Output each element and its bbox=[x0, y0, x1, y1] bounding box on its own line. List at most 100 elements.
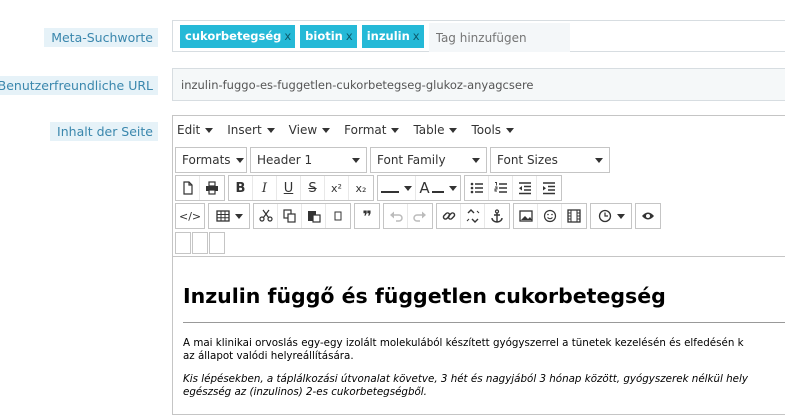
toolbar-group-preview bbox=[635, 203, 662, 229]
tag-remove-button[interactable]: x bbox=[346, 29, 353, 43]
paragraph-line: Kis lépésekben, a táplálkozási útvonalat… bbox=[183, 373, 748, 385]
editor-content-area[interactable]: Inzulin függő és független cukorbetegség… bbox=[173, 256, 785, 414]
color-swatch-icon bbox=[381, 183, 399, 193]
font-sizes-select[interactable]: Font Sizes bbox=[490, 147, 610, 173]
paragraph-line: egészség az (inzulinos) 2-es cukorbetegs… bbox=[183, 386, 427, 398]
editor-menubar: Edit Insert View Format Table Tools bbox=[173, 116, 785, 144]
menu-label: Format bbox=[344, 123, 387, 137]
anchor-button[interactable] bbox=[485, 204, 509, 228]
formats-select[interactable]: Formats bbox=[175, 147, 247, 173]
menu-table[interactable]: Table bbox=[413, 123, 458, 137]
copy-button[interactable] bbox=[278, 204, 303, 228]
text-color-button[interactable]: A bbox=[416, 176, 460, 200]
empty-toolbar-button[interactable] bbox=[192, 232, 208, 254]
tag-remove-button[interactable]: x bbox=[413, 29, 420, 43]
toolbar-group-color: A bbox=[377, 175, 461, 201]
block-format-label: Header 1 bbox=[257, 153, 313, 167]
caret-down-icon bbox=[506, 127, 515, 133]
toolbar-group-code: </> bbox=[175, 203, 206, 229]
paste-text-button[interactable] bbox=[326, 204, 350, 228]
toolbar-row-formats: Formats Header 1 Font Family Font Sizes bbox=[175, 146, 613, 174]
font-family-label: Font Family bbox=[377, 153, 446, 167]
toolbar-group-media bbox=[513, 203, 588, 229]
menu-view[interactable]: View bbox=[288, 123, 331, 137]
empty-toolbar-button[interactable] bbox=[175, 232, 191, 254]
tag-remove-button[interactable]: x bbox=[284, 29, 291, 43]
table-button[interactable] bbox=[209, 204, 249, 228]
blockquote-button[interactable]: ❞ bbox=[355, 204, 379, 228]
friendly-url-label: Benutzerfreundliche URL bbox=[0, 76, 158, 95]
tag-add-input[interactable] bbox=[428, 23, 570, 52]
print-icon bbox=[206, 181, 218, 195]
outdent-button[interactable] bbox=[513, 176, 537, 200]
subscript-button[interactable]: x₂ bbox=[349, 176, 373, 200]
empty-toolbar-button[interactable] bbox=[209, 232, 225, 254]
page-content-label: Inhalt der Seite bbox=[50, 122, 158, 141]
color-swatch-icon bbox=[431, 183, 444, 193]
caret-down-icon bbox=[616, 213, 625, 219]
friendly-url-input[interactable]: inzulin-fuggo-es-fuggetlen-cukorbetegseg… bbox=[172, 68, 785, 101]
formats-select-label: Formats bbox=[182, 153, 231, 167]
block-format-select[interactable]: Header 1 bbox=[250, 147, 367, 173]
numbered-list-button[interactable] bbox=[489, 176, 513, 200]
emoticons-button[interactable] bbox=[538, 204, 563, 228]
insert-link-button[interactable] bbox=[437, 204, 462, 228]
menu-tools[interactable]: Tools bbox=[471, 123, 515, 137]
new-document-button[interactable] bbox=[176, 176, 200, 200]
toolbar-group-datetime bbox=[590, 203, 633, 229]
caret-down-icon bbox=[449, 127, 458, 133]
paragraph-line: A mai klinikai orvoslás egy-egy izolált … bbox=[183, 337, 744, 349]
film-icon bbox=[567, 209, 581, 223]
source-code-button[interactable]: </> bbox=[176, 204, 204, 228]
print-button[interactable] bbox=[200, 176, 224, 200]
clock-icon bbox=[598, 209, 611, 223]
font-family-select[interactable]: Font Family bbox=[370, 147, 487, 173]
toolbar-group-quote: ❞ bbox=[354, 203, 381, 229]
insert-media-button[interactable] bbox=[562, 204, 586, 228]
bold-button[interactable]: B bbox=[229, 176, 253, 200]
caret-down-icon bbox=[472, 157, 480, 163]
new-document-icon bbox=[182, 181, 193, 195]
underline-button[interactable]: U bbox=[277, 176, 301, 200]
insert-image-button[interactable] bbox=[514, 204, 539, 228]
table-icon bbox=[215, 210, 230, 222]
bullet-list-button[interactable] bbox=[465, 176, 489, 200]
toolbar-group-document bbox=[175, 175, 225, 201]
menu-edit[interactable]: Edit bbox=[177, 123, 214, 137]
caret-down-icon bbox=[404, 185, 412, 191]
paste-button[interactable] bbox=[302, 204, 327, 228]
menu-label: Tools bbox=[471, 123, 502, 137]
toolbar-group-style: B I U S x² x₂ bbox=[228, 175, 374, 201]
italic-button[interactable]: I bbox=[253, 176, 277, 200]
redo-button[interactable] bbox=[408, 204, 432, 228]
caret-down-icon bbox=[595, 157, 603, 163]
meta-keywords-field[interactable]: cukorbetegség x biotin x inzulin x bbox=[172, 20, 785, 52]
menu-format[interactable]: Format bbox=[344, 123, 400, 137]
smiley-icon bbox=[543, 209, 556, 223]
outdent-icon bbox=[518, 182, 531, 195]
cut-button[interactable] bbox=[254, 204, 279, 228]
preview-button[interactable] bbox=[636, 204, 660, 228]
copy-icon bbox=[283, 209, 296, 223]
anchor-icon bbox=[491, 209, 503, 223]
meta-keywords-label: Meta-Suchworte bbox=[44, 28, 158, 47]
menu-insert[interactable]: Insert bbox=[227, 123, 275, 137]
superscript-button[interactable]: x² bbox=[325, 176, 349, 200]
link-icon bbox=[442, 212, 455, 220]
undo-icon bbox=[389, 211, 403, 222]
redo-icon bbox=[413, 211, 427, 222]
menu-label: View bbox=[288, 123, 318, 137]
insert-datetime-button[interactable] bbox=[591, 204, 631, 228]
strikethrough-button[interactable]: S bbox=[301, 176, 325, 200]
numbered-list-icon bbox=[494, 182, 507, 193]
caret-down-icon bbox=[352, 157, 360, 163]
unlink-icon bbox=[466, 209, 479, 223]
tag-chip: biotin x bbox=[300, 25, 357, 48]
highlight-color-button[interactable] bbox=[378, 176, 416, 200]
undo-button[interactable] bbox=[384, 204, 409, 228]
font-sizes-label: Font Sizes bbox=[497, 153, 558, 167]
tag-label: biotin bbox=[305, 29, 343, 43]
unlink-button[interactable] bbox=[461, 204, 486, 228]
menu-label: Edit bbox=[177, 123, 201, 137]
indent-button[interactable] bbox=[537, 176, 561, 200]
